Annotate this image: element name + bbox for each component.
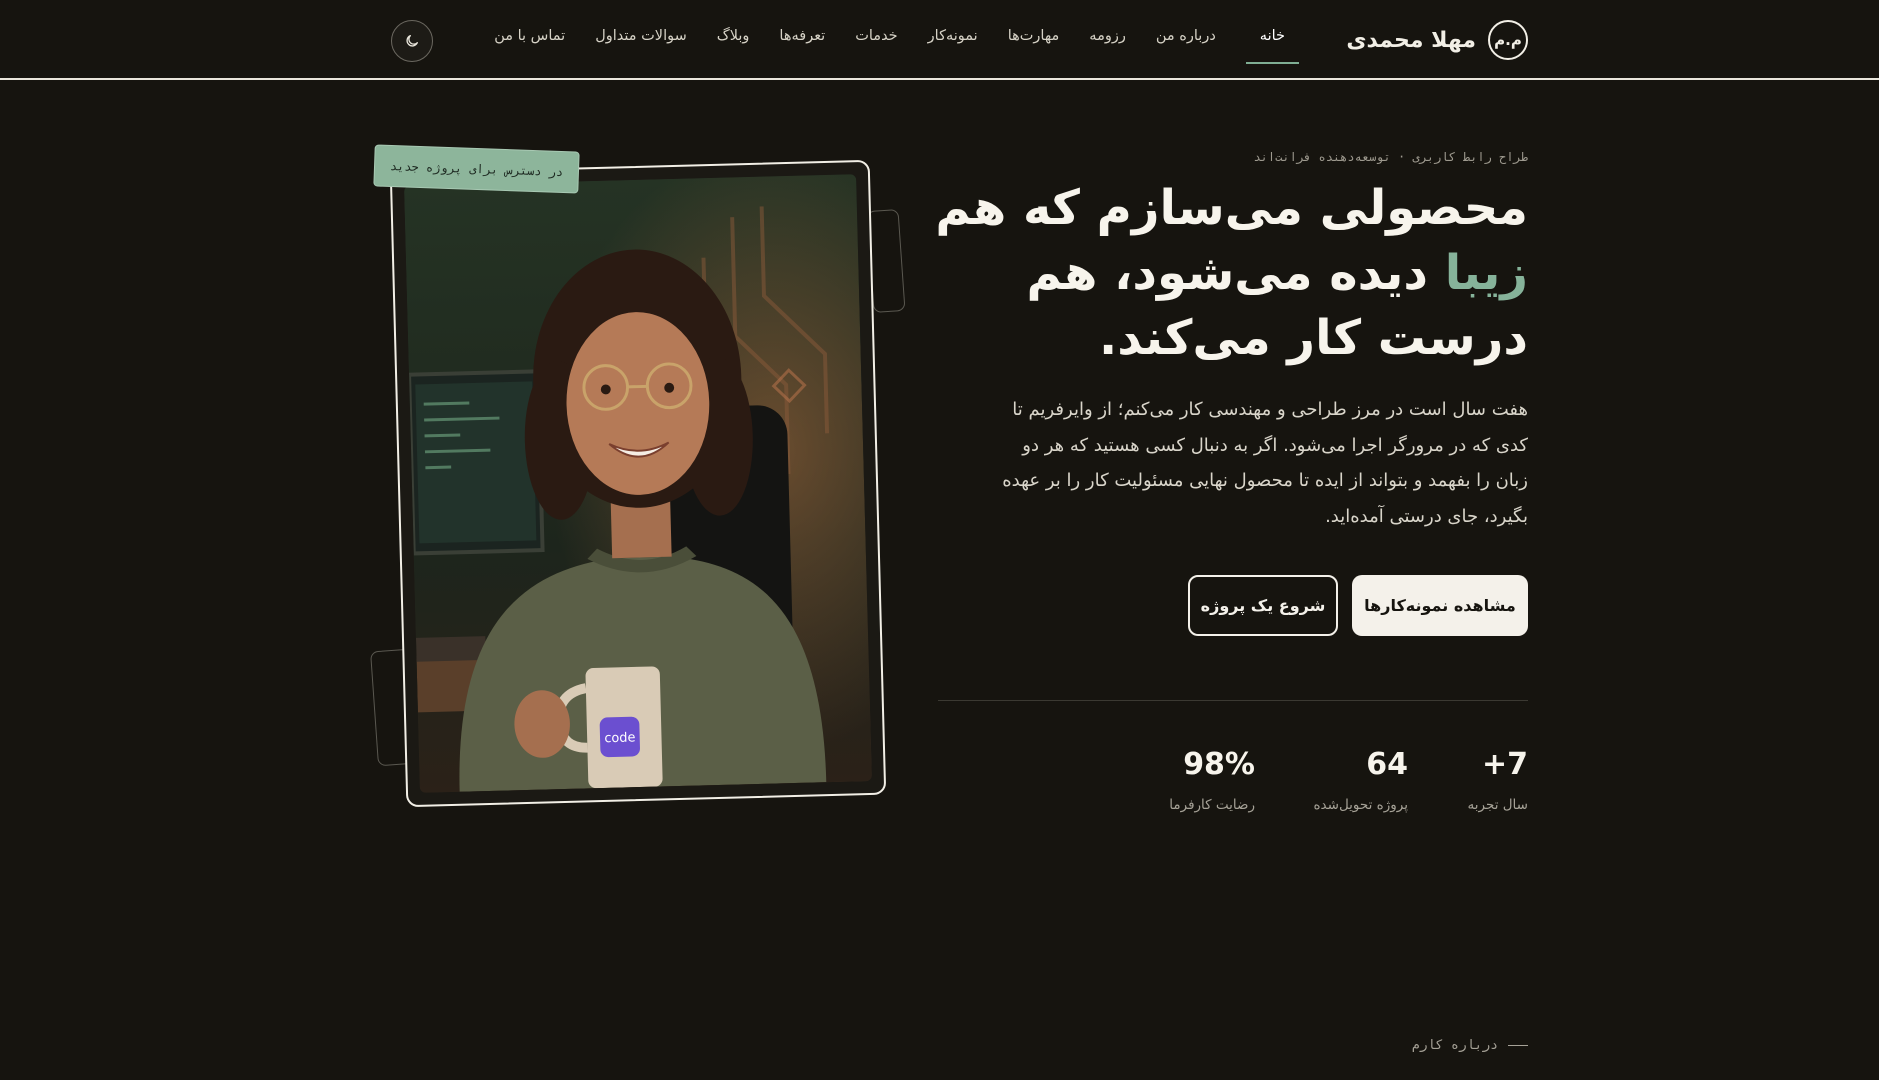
section-label-text: درباره کارم: [1411, 1038, 1498, 1053]
stat-value: 64: [1366, 747, 1408, 782]
stat-satisfaction: 98% رضایت کارفرما: [1169, 745, 1255, 813]
section-label-line: [1508, 1045, 1528, 1046]
nav-item-resume[interactable]: رزومه: [1089, 22, 1126, 64]
stats-divider: [938, 700, 1528, 701]
nav-item-home[interactable]: خانه: [1245, 22, 1299, 64]
brand[interactable]: م.م مهلا محمدی: [1346, 20, 1528, 60]
nav-item-portfolio[interactable]: نمونه‌کار: [928, 22, 978, 64]
headline-accent: زیبا: [1444, 245, 1528, 301]
nav-item-about[interactable]: درباره من: [1156, 22, 1216, 64]
brand-logo: م.م: [1488, 20, 1528, 60]
next-section-label: درباره کارم: [1412, 1038, 1528, 1053]
hero-headline: محصولی می‌سازم که هم زیبا دیده می‌شود، ه…: [928, 176, 1528, 371]
start-project-button[interactable]: شروع یک پروژه: [1188, 575, 1338, 636]
nav-item-contact[interactable]: تماس با من: [494, 22, 565, 64]
nav-item-faq[interactable]: سوالات متداول: [595, 22, 687, 64]
nav-item-pricing[interactable]: تعرفه‌ها: [779, 22, 825, 64]
hero-eyebrow: طراح رابط کاربری · توسعه‌دهنده فرانت‌اند: [1253, 150, 1528, 164]
stat-experience: +7 سال تجربه: [1468, 745, 1528, 813]
nav-item-services[interactable]: خدمات: [855, 22, 897, 64]
availability-badge: در دسترس برای پروژه جدید: [373, 144, 580, 194]
stat-label: سال تجربه: [1467, 797, 1528, 813]
brand-name: مهلا محمدی: [1346, 27, 1476, 53]
stat-label: پروژه تحویل‌شده: [1313, 797, 1408, 813]
view-portfolio-button[interactable]: مشاهده نمونه‌کارها: [1352, 575, 1528, 636]
hero-description: هفت سال است در مرز طراحی و مهندسی کار می…: [1002, 399, 1528, 527]
stat-projects: 64 پروژه تحویل‌شده: [1313, 745, 1408, 813]
main-nav: خانه درباره من رزومه مهارت‌ها نمونه‌کار …: [494, 22, 1299, 64]
stat-value: +7: [1481, 747, 1528, 782]
stat-value: 98%: [1183, 747, 1255, 782]
headline-text: محصولی می‌سازم که هم: [935, 180, 1528, 236]
stat-label: رضایت کارفرما: [1169, 797, 1255, 813]
mug-label: code: [604, 730, 636, 746]
theme-toggle-button[interactable]: [391, 20, 433, 62]
portrait-photo: code: [404, 174, 872, 793]
portrait-frame: code: [389, 159, 887, 808]
nav-item-skills[interactable]: مهارت‌ها: [1008, 22, 1060, 64]
nav-item-blog[interactable]: وبلاگ: [717, 22, 750, 64]
site-header: م.م مهلا محمدی خانه درباره من رزومه مهار…: [0, 0, 1879, 80]
moon-icon: [406, 35, 418, 47]
